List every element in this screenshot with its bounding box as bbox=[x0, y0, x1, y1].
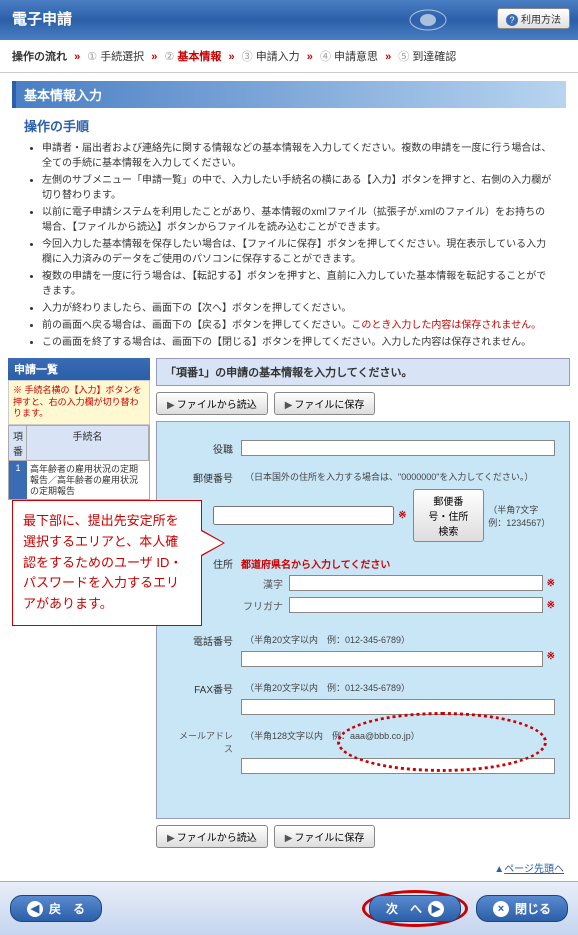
annotation-ring: 次 へ ▶ bbox=[362, 890, 468, 927]
file-load-button[interactable]: ▶ファイルから読込 bbox=[156, 392, 268, 415]
sidebar-table-header: 項番 手続名 bbox=[8, 425, 150, 461]
fax-input[interactable] bbox=[241, 699, 555, 715]
arrow-right-icon: ▶ bbox=[428, 901, 444, 917]
email-input[interactable] bbox=[241, 758, 555, 774]
label-email: メールアドレス bbox=[171, 729, 241, 755]
mouse-icon bbox=[398, 5, 458, 35]
procedure-title: 操作の手順 bbox=[24, 116, 554, 135]
section-title: 基本情報入力 bbox=[12, 81, 566, 108]
required-mark: ※ bbox=[398, 510, 406, 521]
triangle-right-icon: ▶ bbox=[285, 833, 293, 844]
label-postal: 郵便番号 bbox=[171, 470, 241, 485]
triangle-right-icon: ▶ bbox=[167, 400, 175, 411]
triangle-up-icon: ▲ bbox=[494, 864, 504, 875]
label-yakushoku: 役職 bbox=[171, 441, 241, 456]
chevron-right-icon: » bbox=[228, 51, 234, 63]
chevron-right-icon: » bbox=[74, 51, 80, 63]
triangle-right-icon: ▶ bbox=[285, 400, 293, 411]
file-save-button[interactable]: ▶ファイルに保存 bbox=[274, 392, 376, 415]
breadcrumb: 操作の流れ » ① 手続選択 » ② 基本情報 » ③ 申請入力 » ④ 申請意… bbox=[0, 40, 578, 73]
procedure-list: 申請者・届出者および連絡先に関する情報などの基本情報を入力してください。複数の申… bbox=[42, 141, 554, 350]
main-form: 「項番1」の申請の基本情報を入力してください。 ▶ファイルから読込 ▶ファイルに… bbox=[156, 358, 570, 854]
help-button[interactable]: 利用方法 bbox=[497, 8, 570, 29]
required-mark: ※ bbox=[547, 578, 555, 589]
sidebar-table-row[interactable]: 1 高年齢者の雇用状況の定期報告／高年齢者の雇用状況の定期報告 bbox=[8, 461, 150, 500]
banner: 電子申請 利用方法 bbox=[0, 0, 578, 40]
address-kanji-input[interactable] bbox=[289, 575, 543, 591]
tel-input[interactable] bbox=[241, 651, 543, 667]
sidebar-title: 申請一覧 bbox=[8, 358, 150, 380]
close-button[interactable]: × 閉じる bbox=[476, 895, 568, 922]
chevron-right-icon: » bbox=[151, 51, 157, 63]
back-button[interactable]: ◀ 戻 る bbox=[10, 895, 102, 922]
label-tel: 電話番号 bbox=[171, 633, 241, 648]
page-top-link[interactable]: ページ先頭へ bbox=[504, 864, 564, 875]
yakushoku-input[interactable] bbox=[241, 440, 555, 456]
address-hint: 都道府県名から入力してください bbox=[241, 556, 390, 571]
address-furigana-input[interactable] bbox=[289, 597, 543, 613]
file-save-button-bottom[interactable]: ▶ファイルに保存 bbox=[274, 825, 376, 848]
chevron-right-icon: » bbox=[307, 51, 313, 63]
footer-nav: ◀ 戻 る 次 へ ▶ × 閉じる bbox=[0, 881, 578, 935]
annotation-callout: 最下部に、提出先安定所を選択するエリアと、本人確認をするためのユーザ ID・パス… bbox=[12, 500, 202, 626]
triangle-right-icon: ▶ bbox=[167, 833, 175, 844]
required-mark: ※ bbox=[547, 600, 555, 611]
breadcrumb-label: 操作の流れ bbox=[12, 51, 67, 63]
label-fax: FAX番号 bbox=[171, 681, 241, 696]
arrow-left-icon: ◀ bbox=[27, 901, 43, 917]
form-area: 役職 郵便番号 （日本国外の住所を入力する場合は、"0000000"を入力してく… bbox=[156, 421, 570, 819]
form-title: 「項番1」の申請の基本情報を入力してください。 bbox=[156, 358, 570, 386]
close-icon: × bbox=[493, 901, 509, 917]
procedure-block: 操作の手順 申請者・届出者および連絡先に関する情報などの基本情報を入力してくださ… bbox=[24, 116, 554, 350]
required-mark: ※ bbox=[547, 651, 555, 667]
app-title: 電子申請 bbox=[12, 11, 72, 28]
next-button[interactable]: 次 へ ▶ bbox=[369, 895, 461, 922]
postal-search-button[interactable]: 郵便番号・住所検索 bbox=[413, 489, 485, 542]
file-load-button-bottom[interactable]: ▶ファイルから読込 bbox=[156, 825, 268, 848]
sidebar-note: ※ 手続名横の【入力】ボタンを押すと、右の入力欄が切り替わります。 bbox=[8, 380, 150, 425]
postal-input[interactable] bbox=[213, 506, 394, 525]
chevron-right-icon: » bbox=[385, 51, 391, 63]
page-top-link-row: ▲ページ先頭へ bbox=[14, 860, 564, 875]
